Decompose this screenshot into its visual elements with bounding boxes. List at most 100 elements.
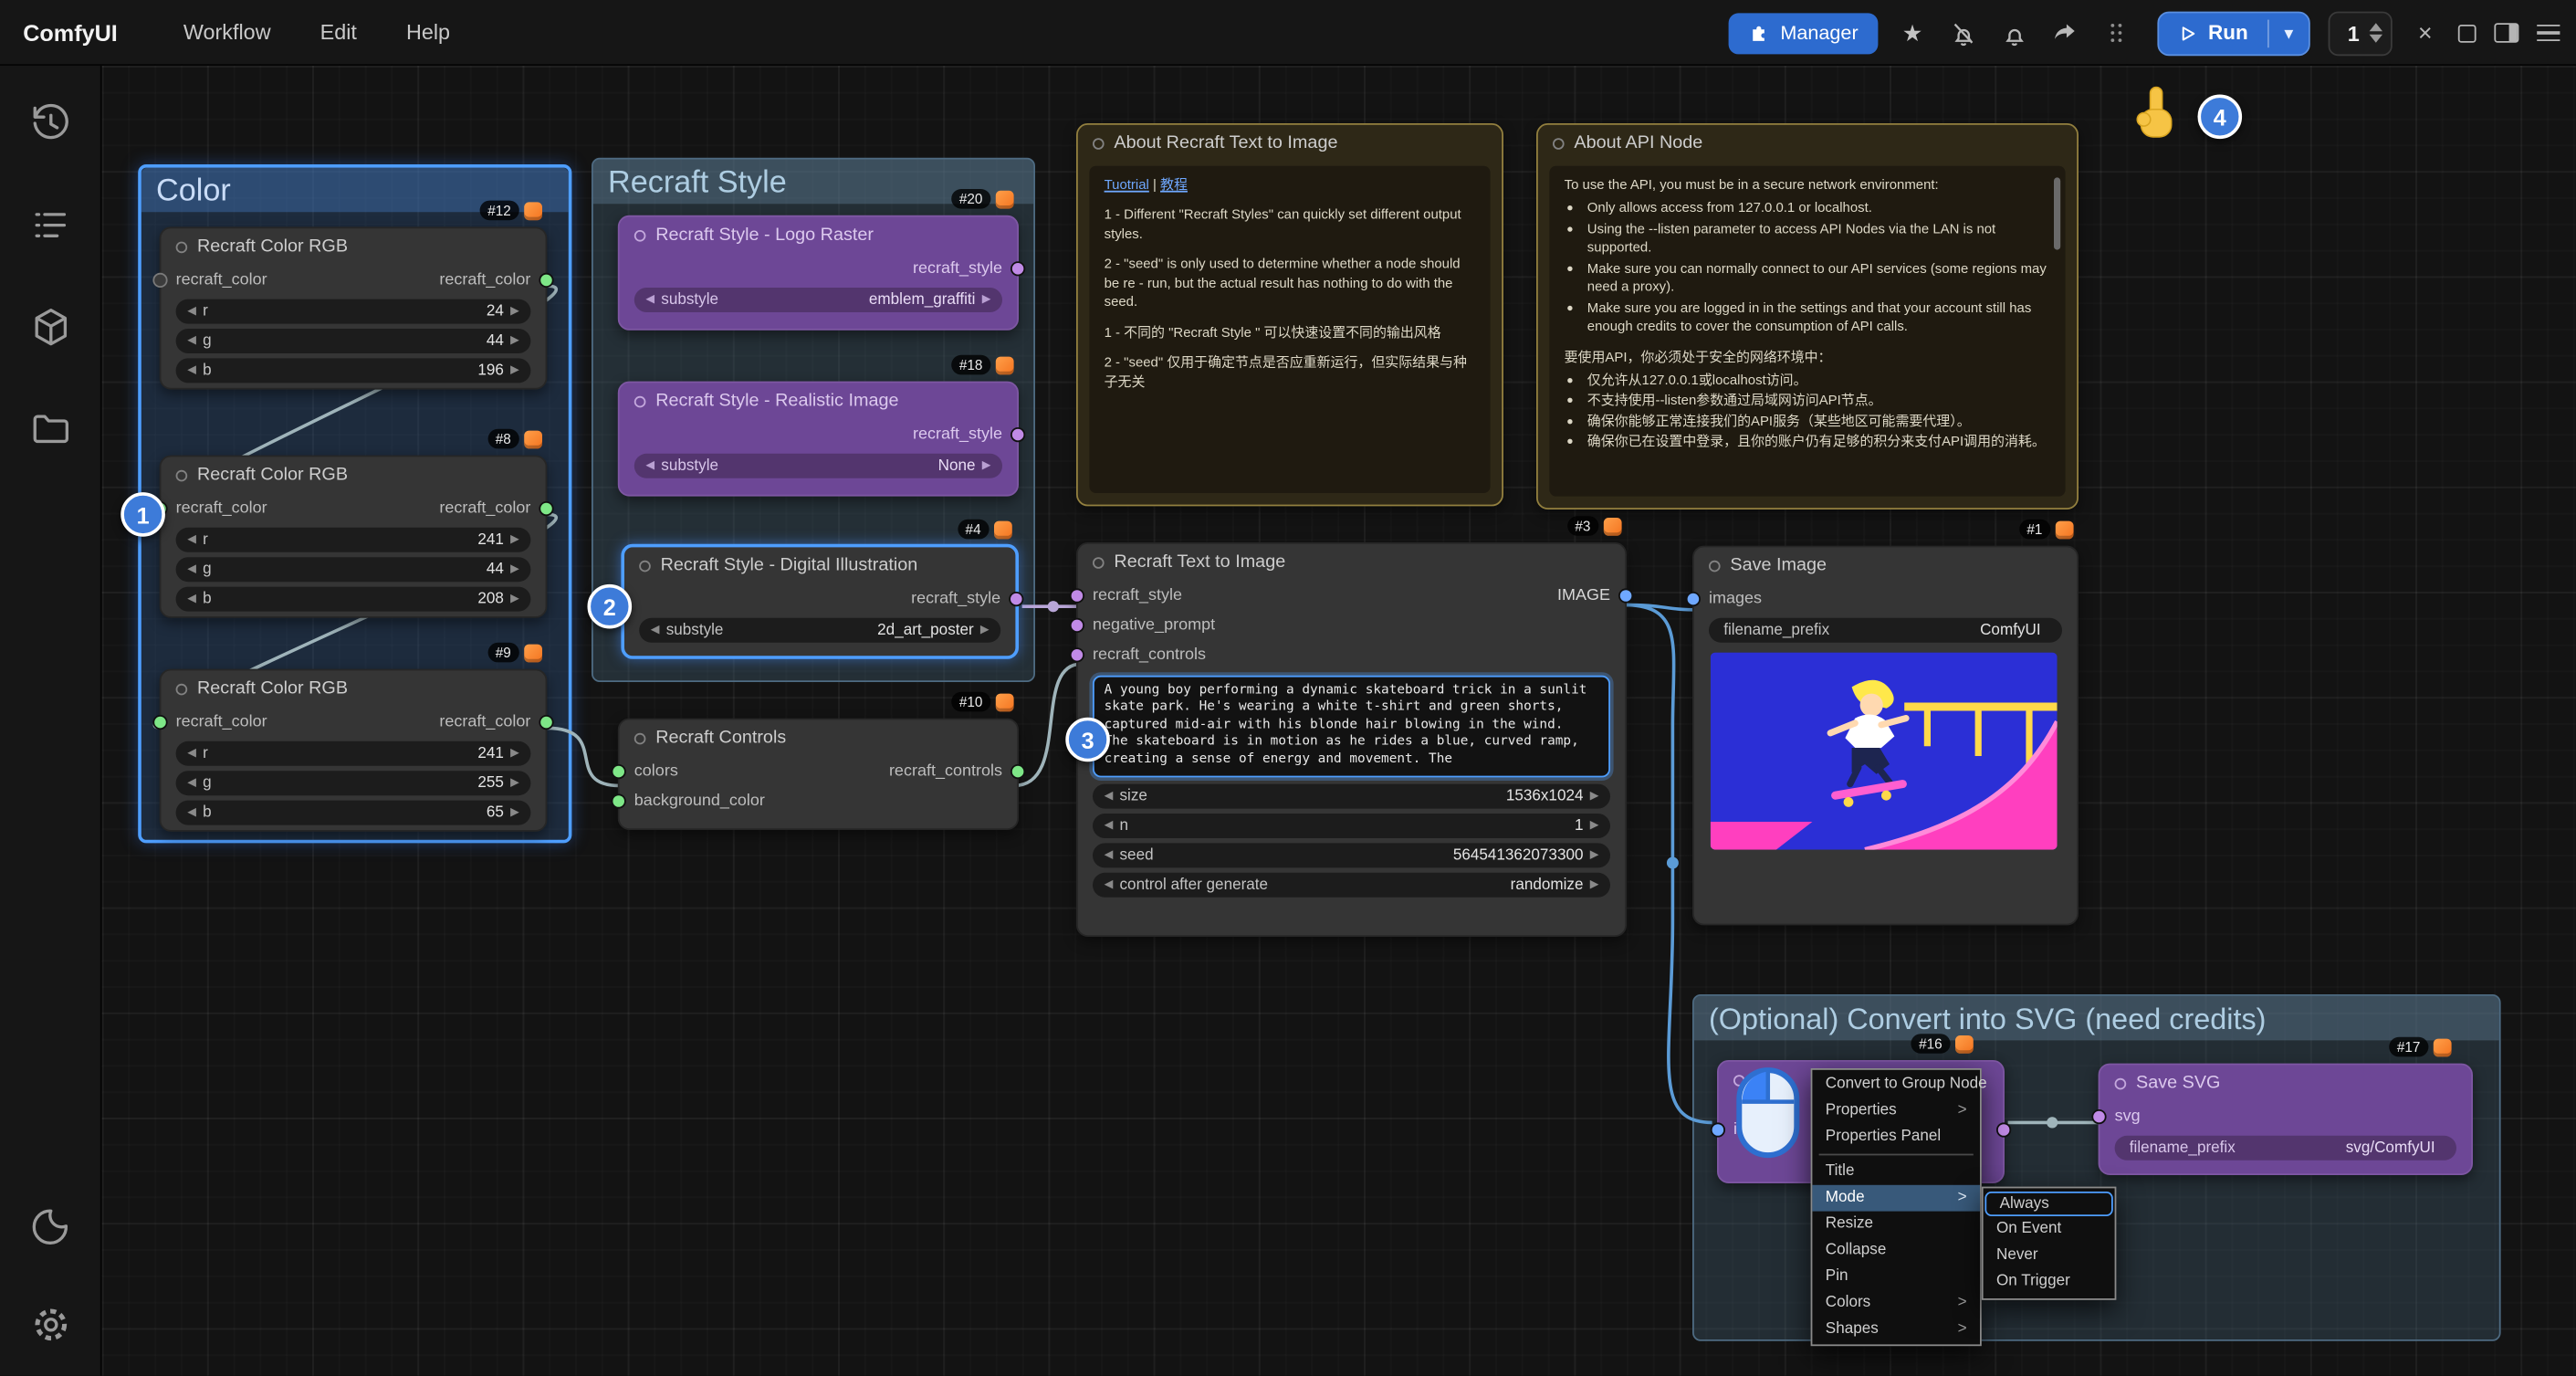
widget-value[interactable]: svg/ComfyUI <box>2346 1139 2435 1157</box>
maximize-icon[interactable] <box>2458 24 2477 42</box>
app-logo[interactable]: ComfyUI <box>23 19 118 46</box>
generated-image-preview[interactable] <box>1711 653 2058 850</box>
workflows-folder-icon[interactable] <box>29 407 72 450</box>
decrement-icon[interactable]: ◀ <box>187 748 196 760</box>
increment-icon[interactable]: ▶ <box>980 625 990 636</box>
widget-r[interactable]: ◀r24▶ <box>176 299 531 324</box>
decrement-icon[interactable]: ◀ <box>187 335 196 347</box>
output-socket[interactable] <box>539 272 553 287</box>
batch-count-stepper[interactable]: 1 <box>2328 11 2393 56</box>
widget-value[interactable]: 44 <box>487 332 504 351</box>
widget-g[interactable]: ◀g44▶ <box>176 329 531 353</box>
node-recraft-text-to-image[interactable]: #3 Recraft Text to Image recraft_style I… <box>1076 542 1627 937</box>
drag-handle-icon[interactable] <box>2100 16 2132 49</box>
increment-icon[interactable]: ▶ <box>510 593 519 605</box>
node-recraft-color-rgb-12[interactable]: #12 Recraft Color RGB recraft_color recr… <box>160 226 548 389</box>
node-header[interactable]: Recraft Color RGB <box>161 457 545 493</box>
widget-substyle[interactable]: ◀substyleemblem_graffiti▶ <box>634 288 1002 312</box>
collapse-dot-icon[interactable] <box>176 469 188 481</box>
widget-r[interactable]: ◀r241▶ <box>176 528 531 552</box>
submenu-item-on-event[interactable]: On Event <box>1984 1216 2115 1243</box>
node-header[interactable]: Recraft Style - Logo Raster <box>620 217 1018 254</box>
node-header[interactable]: About API Node <box>1538 125 2077 162</box>
input-socket[interactable] <box>1070 617 1084 632</box>
node-header[interactable]: About Recraft Text to Image <box>1078 125 1502 162</box>
node-save-svg[interactable]: #17 Save SVG svg filename_prefixsvg/Comf… <box>2099 1064 2473 1175</box>
widget-value[interactable]: randomize <box>1511 876 1584 894</box>
decrement-icon[interactable]: ◀ <box>187 777 196 789</box>
widget-b[interactable]: ◀b196▶ <box>176 358 531 383</box>
widget-filename-prefix[interactable]: filename_prefixsvg/ComfyUI <box>2115 1136 2456 1161</box>
tutorial-link-zh[interactable]: 教程 <box>1160 176 1188 193</box>
decrement-icon[interactable]: ◀ <box>1105 850 1114 862</box>
collapse-dot-icon[interactable] <box>634 395 646 407</box>
input-socket[interactable] <box>1711 1122 1725 1137</box>
node-recraft-color-rgb-8[interactable]: #8 Recraft Color RGB recraft_color recra… <box>160 456 548 618</box>
decrement-icon[interactable]: ◀ <box>187 365 196 377</box>
input-socket[interactable] <box>152 714 167 729</box>
manager-button[interactable]: Manager <box>1728 13 1878 54</box>
widget-value[interactable]: 65 <box>487 804 504 822</box>
menu-item-collapse[interactable]: Collapse <box>1812 1237 1980 1264</box>
decrement-icon[interactable]: ◀ <box>1105 879 1114 891</box>
increment-icon[interactable]: ▶ <box>510 748 519 760</box>
output-socket[interactable] <box>1011 260 1025 275</box>
increment-icon[interactable]: ▶ <box>510 777 519 789</box>
widget-substyle[interactable]: ◀substyleNone▶ <box>634 454 1002 478</box>
input-socket[interactable] <box>612 763 626 778</box>
menu-help[interactable]: Help <box>406 20 450 45</box>
widget-value[interactable]: None <box>938 457 976 475</box>
decrement-icon[interactable]: ◀ <box>1105 820 1114 832</box>
node-header[interactable]: Recraft Style - Digital Illustration <box>624 547 1015 583</box>
notification-off-icon[interactable] <box>1947 16 1980 49</box>
node-recraft-color-rgb-9[interactable]: #9 Recraft Color RGB recraft_color recra… <box>160 669 548 832</box>
notification-icon[interactable] <box>1998 16 2031 49</box>
node-header[interactable]: Save SVG <box>2100 1065 2471 1101</box>
input-socket[interactable] <box>612 793 626 808</box>
run-button-main[interactable]: Run <box>2159 21 2267 44</box>
widget-value[interactable]: 44 <box>487 561 504 579</box>
widget-value[interactable]: 196 <box>477 362 504 380</box>
collapse-dot-icon[interactable] <box>2115 1077 2127 1089</box>
submenu-item-on-trigger[interactable]: On Trigger <box>1984 1269 2115 1296</box>
collapse-dot-icon[interactable] <box>1093 556 1105 568</box>
widget-n[interactable]: ◀n1▶ <box>1093 814 1610 838</box>
node-recraft-style-logo-raster[interactable]: #20 Recraft Style - Logo Raster recraft_… <box>618 215 1019 331</box>
run-button[interactable]: Run ▾ <box>2157 11 2309 56</box>
increment-icon[interactable]: ▶ <box>510 563 519 575</box>
menu-item-title[interactable]: Title <box>1812 1159 1980 1185</box>
node-save-image[interactable]: #1 Save Image images filename_prefixComf… <box>1692 546 2079 926</box>
widget-b[interactable]: ◀b208▶ <box>176 587 531 612</box>
output-socket[interactable] <box>1618 588 1633 603</box>
widget-control-after-generate[interactable]: ◀control after generaterandomize▶ <box>1093 873 1610 898</box>
menu-item-mode[interactable]: Mode> <box>1812 1185 1980 1212</box>
settings-gear-icon[interactable] <box>29 1303 72 1346</box>
node-header[interactable]: Recraft Text to Image <box>1078 544 1625 581</box>
decrement-icon[interactable]: ◀ <box>187 563 196 575</box>
menu-workflow[interactable]: Workflow <box>183 20 271 45</box>
node-recraft-style-digital-illustration[interactable]: #4 Recraft Style - Digital Illustration … <box>621 544 1019 659</box>
widget-seed[interactable]: ◀seed564541362073300▶ <box>1093 843 1610 867</box>
collapse-dot-icon[interactable] <box>1709 560 1721 572</box>
menu-item-pin[interactable]: Pin <box>1812 1264 1980 1290</box>
stepper-arrows[interactable] <box>2370 23 2382 43</box>
node-header[interactable]: Save Image <box>1694 547 2077 583</box>
collapse-dot-icon[interactable] <box>1093 137 1105 149</box>
collapse-dot-icon[interactable] <box>176 683 188 695</box>
increment-icon[interactable]: ▶ <box>510 306 519 318</box>
input-socket[interactable] <box>2091 1108 2106 1123</box>
menu-item-convert-to-group-node[interactable]: Convert to Group Node <box>1812 1072 1980 1098</box>
increment-icon[interactable]: ▶ <box>510 534 519 546</box>
node-about-recraft-note[interactable]: About Recraft Text to Image Tuotrial | 教… <box>1076 123 1503 506</box>
decrement-icon[interactable]: ◀ <box>651 625 660 636</box>
widget-value[interactable]: ComfyUI <box>1980 621 2041 639</box>
output-socket[interactable] <box>1011 426 1025 441</box>
widget-value[interactable]: 24 <box>487 302 504 320</box>
widget-value[interactable]: 241 <box>477 530 504 549</box>
widget-value[interactable]: 241 <box>477 744 504 762</box>
decrement-icon[interactable]: ◀ <box>187 534 196 546</box>
scrollbar-thumb[interactable] <box>2054 177 2060 249</box>
output-socket[interactable] <box>1009 591 1023 605</box>
collapse-dot-icon[interactable] <box>639 560 651 572</box>
node-about-api-note[interactable]: About API Node To use the API, you must … <box>1536 123 2079 509</box>
